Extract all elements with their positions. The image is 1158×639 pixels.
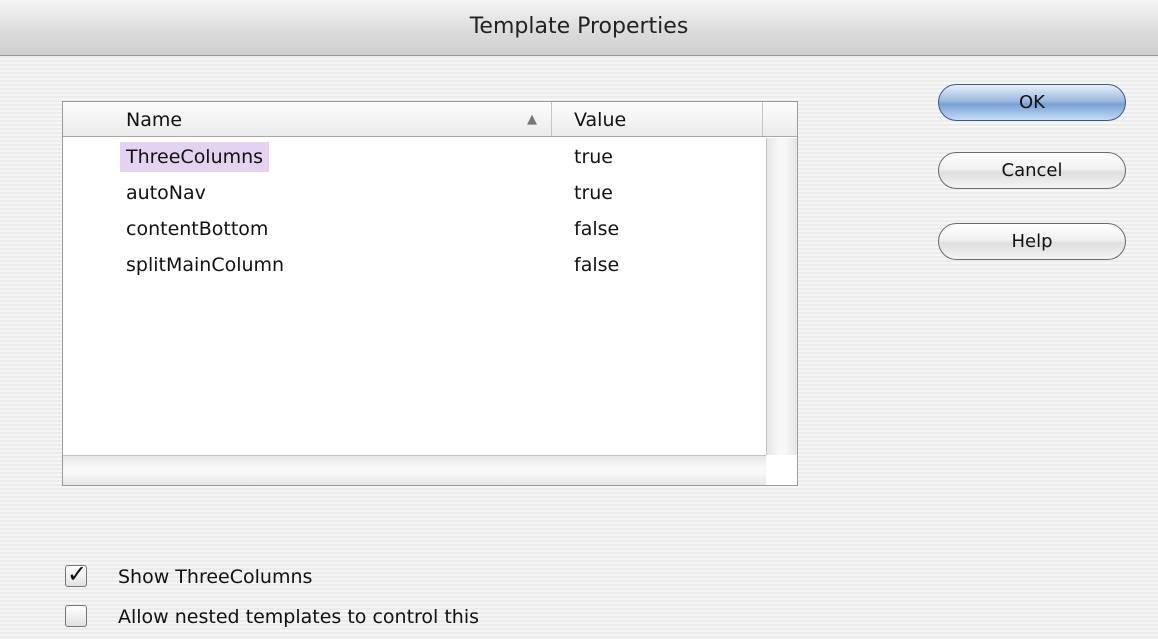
table-header: Name ▲ Value [63, 102, 797, 137]
cell-name: ThreeColumns [120, 142, 270, 172]
table-rows: ThreeColumns true autoNav true contentBo… [63, 138, 763, 282]
column-header-name-label: Name [126, 109, 183, 131]
scrollbar-corner [766, 455, 797, 485]
title-bar: Template Properties [0, 0, 1158, 56]
checkmark-icon: ✓ [67, 560, 88, 588]
column-header-spacer [763, 102, 797, 136]
window-title: Template Properties [469, 14, 689, 39]
properties-table[interactable]: Name ▲ Value ThreeColumns true autoNav t… [62, 101, 798, 486]
table-row[interactable]: ThreeColumns true [63, 138, 763, 174]
nested-templates-checkbox[interactable] [65, 605, 87, 627]
cell-value: false [574, 218, 620, 240]
sort-ascending-icon: ▲ [527, 112, 537, 127]
horizontal-scrollbar[interactable] [63, 455, 766, 485]
column-header-name[interactable]: Name ▲ [63, 102, 552, 136]
cell-name: autoNav [126, 182, 206, 204]
cancel-button[interactable]: Cancel [938, 152, 1126, 189]
show-checkbox[interactable]: ✓ [65, 560, 87, 588]
column-header-value-label: Value [574, 109, 627, 131]
ok-button[interactable]: OK [938, 84, 1126, 121]
cell-value: true [574, 146, 613, 168]
vertical-scrollbar[interactable] [766, 138, 797, 455]
cell-name: splitMainColumn [126, 254, 285, 276]
cell-name: contentBottom [126, 218, 269, 240]
show-checkbox-label[interactable]: Show ThreeColumns [118, 566, 312, 588]
table-row[interactable]: contentBottom false [63, 210, 763, 246]
cell-value: true [574, 182, 613, 204]
table-row[interactable]: autoNav true [63, 174, 763, 210]
column-header-value[interactable]: Value [552, 102, 763, 136]
cell-value: false [574, 254, 620, 276]
table-row[interactable]: splitMainColumn false [63, 246, 763, 282]
help-button[interactable]: Help [938, 223, 1126, 260]
nested-templates-checkbox-label[interactable]: Allow nested templates to control this [118, 606, 479, 628]
